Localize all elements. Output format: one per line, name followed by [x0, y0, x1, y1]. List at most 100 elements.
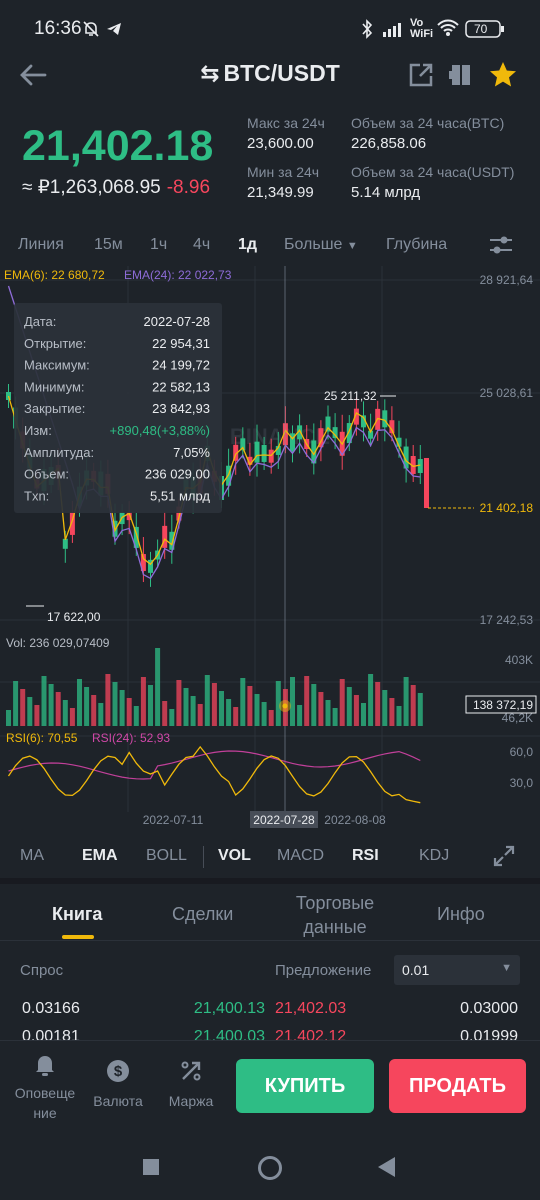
swap-icon: ⇆: [200, 60, 220, 86]
tooltip-label: Txn:: [24, 488, 49, 503]
high-value: 23,600.00: [247, 135, 314, 152]
rsi-axis-30: 30,0: [510, 776, 534, 790]
mute-icon: [83, 21, 99, 37]
volume-bar: [396, 706, 402, 726]
split-view-icon[interactable]: [448, 62, 474, 88]
back-icon[interactable]: [378, 1157, 396, 1177]
rub-value: ≈ ₽1,263,068.95: [22, 177, 161, 198]
volume-bar: [304, 676, 310, 726]
volume-bar: [190, 696, 196, 726]
tab-line[interactable]: Линия: [18, 236, 64, 254]
indicator-rsi[interactable]: RSI: [352, 847, 379, 865]
date-label-selected: 2022-07-28: [253, 813, 315, 827]
tab-info[interactable]: Инфо: [437, 904, 485, 925]
tab-1h[interactable]: 1ч: [150, 236, 167, 254]
wifi-icon: [437, 19, 459, 36]
volume-bar: [176, 680, 182, 726]
volume-bar: [55, 692, 61, 726]
margin-icon: [181, 1061, 201, 1081]
indicator-ema[interactable]: EMA: [82, 847, 118, 865]
volume-bar: [34, 705, 40, 726]
low-value: 21,349.99: [247, 184, 314, 201]
rsi6-label: RSI(6): 70,55: [6, 731, 78, 745]
price-axis-label: 28 921,64: [480, 273, 534, 287]
tab-trading-data[interactable]: Торговые данные: [290, 891, 380, 939]
alerts-button[interactable]: Оповеще ние: [8, 1053, 82, 1123]
crosshair-dot-center: [282, 703, 288, 709]
top-bar: ⇆ BTC/USDT: [0, 52, 540, 102]
volume-bar: [382, 690, 388, 726]
ask-price: 21,402.03: [275, 1000, 347, 1017]
price-chart[interactable]: BINANCEEMA(6): 22 680,72 EMA(24): 22 022,…: [0, 266, 540, 828]
favorite-star-icon[interactable]: [488, 60, 518, 90]
candle-body: [424, 458, 429, 508]
candle-body: [62, 538, 68, 549]
margin-label: Маржа: [168, 1093, 214, 1109]
status-time: 16:36: [34, 18, 82, 39]
orderbook-row[interactable]: 0.03166 21,400.13 21,402.03 0.03000: [0, 1000, 540, 1022]
volume-bar: [233, 707, 239, 726]
tooltip-value: 7,05%: [173, 445, 210, 460]
volume-bar: [318, 692, 324, 726]
home-icon[interactable]: [257, 1155, 283, 1181]
tooltip-value: 236 029,00: [145, 467, 210, 482]
indicator-ma[interactable]: MA: [20, 847, 44, 865]
interval-tabs: Линия 15м 1ч 4ч 1д Больше ▼ Глубина: [0, 228, 540, 262]
indicator-vol[interactable]: VOL: [218, 847, 251, 865]
tooltip-label: Изм:: [24, 423, 52, 438]
tab-4h[interactable]: 4ч: [193, 236, 210, 254]
currency-button[interactable]: $ Валюта: [86, 1059, 150, 1109]
volume-bar: [211, 683, 217, 726]
tab-depth[interactable]: Глубина: [386, 236, 447, 254]
vol-btc-value: 226,858.06: [351, 135, 427, 152]
volume-bar: [13, 681, 19, 726]
indicator-row: MA EMA BOLL VOL MACD RSI KDJ: [0, 840, 540, 872]
recent-apps-icon[interactable]: [143, 1159, 159, 1175]
volume-bar: [297, 705, 303, 726]
ask-label: Предложение: [275, 962, 372, 979]
volume-bar: [346, 687, 352, 726]
tooltip-label: Дата:: [24, 314, 56, 329]
volume-bar: [98, 703, 104, 726]
tab-trading-data-line1: Торговые: [295, 893, 375, 913]
price-axis-label: 25 028,61: [480, 386, 534, 400]
volume-bar: [69, 708, 75, 726]
tooltip-value: 5,51 млрд: [150, 488, 210, 503]
indicator-boll[interactable]: BOLL: [146, 847, 187, 865]
alerts-label-2: ние: [33, 1105, 57, 1121]
vol-usdt-value: 5.14 млрд: [351, 184, 421, 201]
volume-bar: [332, 708, 338, 726]
tooltip-label: Объем:: [24, 467, 69, 482]
tab-more[interactable]: Больше ▼: [284, 236, 358, 254]
indicator-kdj[interactable]: KDJ: [419, 847, 449, 865]
sell-button[interactable]: ПРОДАТЬ: [389, 1059, 526, 1113]
tab-1d[interactable]: 1д: [238, 236, 257, 254]
tooltip-value: 23 842,93: [152, 401, 210, 416]
ema6-label: EMA(6): 22 680,72: [4, 268, 105, 282]
price-axis-label: 17 242,53: [480, 613, 534, 627]
buy-button[interactable]: КУПИТЬ: [236, 1059, 374, 1113]
tab-trades[interactable]: Сделки: [172, 904, 233, 925]
tab-book[interactable]: Книга: [52, 904, 102, 925]
settings-sliders-icon[interactable]: [488, 234, 514, 256]
tab-15m[interactable]: 15м: [94, 236, 123, 254]
volume-bar: [126, 698, 132, 726]
high-marker-label: 25 211,32: [324, 389, 377, 403]
share-icon[interactable]: [408, 62, 434, 88]
market-tabs: Книга Сделки Торговые данные Инфо: [0, 880, 540, 940]
margin-button[interactable]: Маржа: [160, 1059, 222, 1109]
caret-down-icon: ▼: [501, 962, 512, 974]
volume-bar: [162, 701, 168, 726]
ask-qty: 0.03000: [460, 1000, 518, 1017]
volume-bar: [41, 676, 47, 726]
indicator-macd[interactable]: MACD: [277, 847, 324, 865]
bid-label: Спрос: [20, 962, 64, 979]
volume-axis-current: 138 372,19: [473, 698, 533, 712]
volume-bar: [339, 679, 345, 726]
volume-bar: [290, 677, 295, 726]
pair-label: BTC/USDT: [223, 60, 340, 86]
fullscreen-icon[interactable]: [492, 844, 516, 868]
precision-select[interactable]: 0.01 ▼: [394, 955, 520, 985]
battery-level: 70: [474, 22, 488, 36]
volume-bar: [204, 675, 210, 726]
